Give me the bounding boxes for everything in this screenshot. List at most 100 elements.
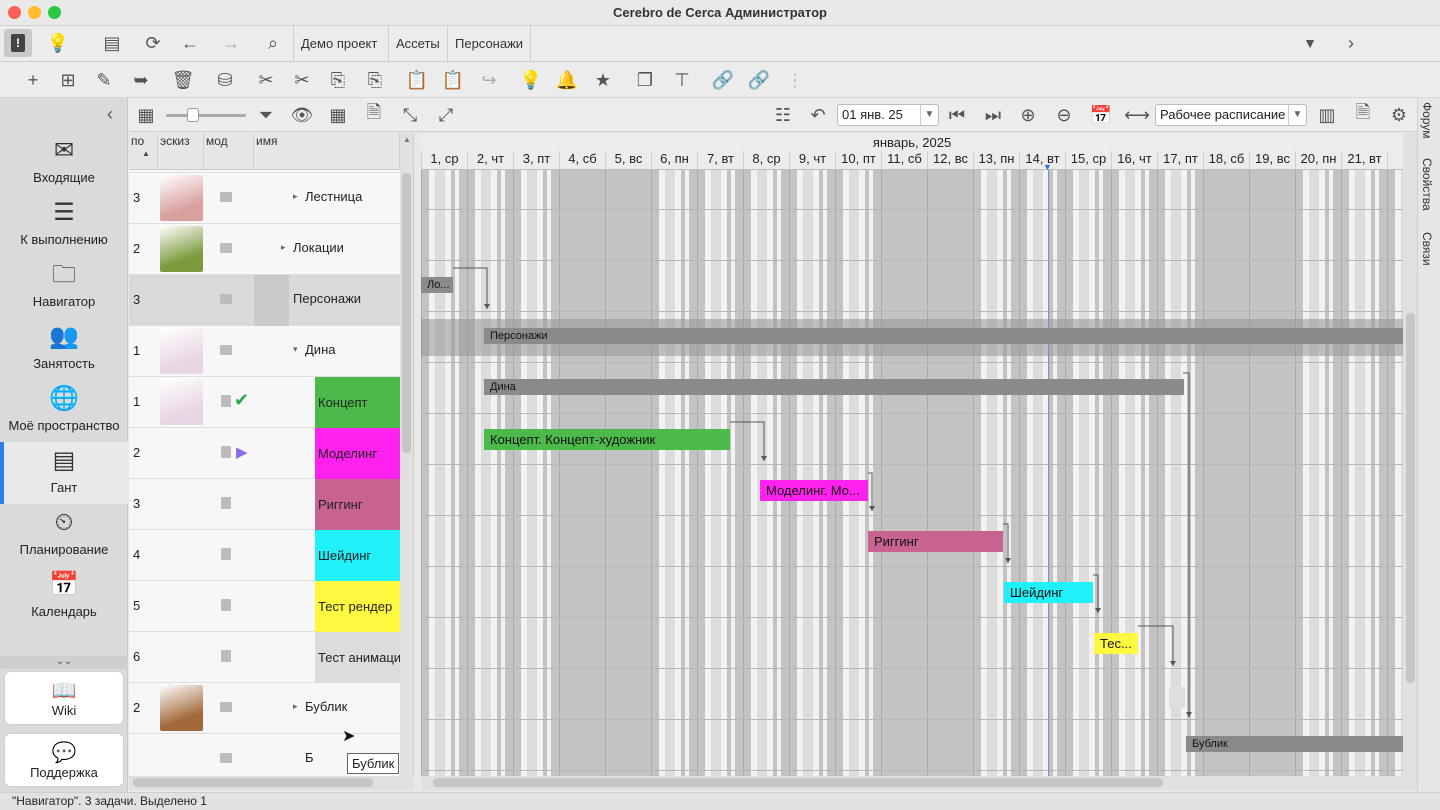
scrollbar-thumb[interactable] <box>433 778 1163 787</box>
day-label[interactable]: 7, вт <box>697 151 743 170</box>
support-button[interactable]: 💬 Поддержка <box>4 733 124 787</box>
slider-handle[interactable] <box>187 108 199 122</box>
day-label[interactable]: 1, ср <box>421 151 467 170</box>
table-row[interactable]: 5 Тест рендер <box>129 581 400 632</box>
day-label[interactable]: 5, вс <box>605 151 651 170</box>
database-icon[interactable]: ⛁ <box>211 66 239 94</box>
tab-properties[interactable]: Свойства <box>1420 158 1434 211</box>
chevron-right-icon[interactable]: › <box>1337 29 1365 57</box>
collapse-all-icon[interactable]: ⤡ <box>396 101 424 129</box>
stamp-icon[interactable]: ⊤ <box>668 66 696 94</box>
dropdown-triangle-icon[interactable]: ▼ <box>1296 29 1324 57</box>
fit-width-icon[interactable]: ⟷ <box>1123 101 1151 129</box>
sidebar-item-inbox[interactable]: ✉ Входящие <box>0 132 128 194</box>
forward-message-icon[interactable]: ➥ <box>127 66 155 94</box>
star-icon[interactable]: ★ <box>589 66 617 94</box>
day-label[interactable]: 9, чт <box>789 151 835 170</box>
scrollbar-thumb[interactable] <box>133 778 373 787</box>
task-name-cell[interactable]: Концепт <box>315 377 400 428</box>
expand-triangle-icon[interactable]: ▸ <box>281 242 286 253</box>
day-label[interactable]: 2, чт <box>467 151 513 170</box>
link-icon[interactable]: 🔗 <box>709 66 737 94</box>
sidebar-item-todo[interactable]: ☰ К выполнению <box>0 194 128 256</box>
add-icon[interactable]: + <box>19 66 47 94</box>
task-name-cell[interactable]: Тест рендер <box>315 581 400 632</box>
scroll-up-icon[interactable]: ▲ <box>403 135 411 144</box>
sidebar-item-workload[interactable]: 👥 Занятость <box>0 318 128 380</box>
table-horizontal-scrollbar[interactable] <box>129 776 413 790</box>
chevron-down-icon[interactable]: ▼ <box>920 105 938 125</box>
task-name-cell[interactable]: Тест анимации <box>315 632 400 683</box>
sidebar-item-gantt[interactable]: ▤ Гант <box>0 442 128 504</box>
calendar-jump-icon[interactable]: 📅 <box>1087 101 1115 129</box>
table-row[interactable]: 2 ▸ Локации <box>129 224 400 275</box>
barcode-icon[interactable]: ▥ <box>1313 101 1341 129</box>
day-label[interactable]: 20, пн <box>1295 151 1341 170</box>
column-header-name[interactable]: имя <box>254 133 400 170</box>
thumbnail-image[interactable] <box>160 685 203 731</box>
day-label[interactable]: 12, вс <box>927 151 973 170</box>
pdf-export-icon[interactable]: 🗎 <box>1349 101 1377 129</box>
thumbnail-image[interactable] <box>160 328 203 374</box>
table-row[interactable]: 6 Тест анимации <box>129 632 400 683</box>
trash-icon[interactable]: 🗑 <box>169 66 197 94</box>
thumbnail-image[interactable] <box>160 175 203 221</box>
gantt-horizontal-scrollbar[interactable] <box>421 776 1417 790</box>
table-row[interactable]: 2 ▸ Бублик <box>129 683 400 734</box>
chevron-down-icon[interactable]: ▼ <box>1288 105 1306 125</box>
table-row[interactable]: 3 Риггинг <box>129 479 400 530</box>
sidebar-item-navigator[interactable]: 🗀 Навигатор <box>0 256 128 318</box>
unlink-icon[interactable]: 🔗 <box>745 66 773 94</box>
column-header-mod[interactable]: мод <box>204 133 254 170</box>
scrollbar-thumb[interactable] <box>1406 313 1415 683</box>
bell-icon[interactable]: 🔔 <box>553 66 581 94</box>
expand-all-icon[interactable]: ⤢ <box>432 101 460 129</box>
cut-link-icon[interactable]: ✂ <box>288 66 316 94</box>
scrollbar-thumb[interactable] <box>402 173 411 453</box>
sidebar-item-planning[interactable]: ⏲ Планирование <box>0 504 128 566</box>
list-settings-icon[interactable]: ☷ <box>769 101 797 129</box>
column-header-thumbnail[interactable]: эскиз <box>158 133 204 170</box>
search-icon[interactable]: ⌕ <box>259 29 287 57</box>
day-label[interactable]: 4, сб <box>559 151 605 170</box>
day-label[interactable]: 16, чт <box>1111 151 1157 170</box>
forward-arrow-icon[interactable]: → <box>217 29 245 57</box>
alert-icon[interactable]: ! <box>4 29 32 57</box>
undo-date-icon[interactable]: ↶ <box>804 101 832 129</box>
table-row[interactable]: 1 ▾ Дина <box>129 326 400 377</box>
grid-icon[interactable]: ▦ <box>324 101 352 129</box>
book-icon[interactable]: ▤ <box>98 29 126 57</box>
table-row[interactable]: 1 ✔ Концепт <box>129 377 400 428</box>
thumbnail-size-slider[interactable] <box>166 108 246 122</box>
sidebar-item-calendar[interactable]: 📅 Календарь <box>0 566 128 628</box>
gear-icon[interactable]: ⚙ <box>1385 101 1413 129</box>
back-arrow-icon[interactable]: ← <box>176 29 204 57</box>
sidebar-item-myspace[interactable]: 🌐 Моё пространство <box>0 380 128 442</box>
hint-bulb-icon[interactable]: 💡 <box>517 66 545 94</box>
splitter-handle[interactable] <box>413 133 421 776</box>
expand-triangle-icon[interactable]: ▸ <box>293 191 298 202</box>
table-row[interactable]: 4 Шейдинг <box>129 530 400 581</box>
copy-link-icon[interactable]: ⎘ <box>361 66 389 94</box>
collapse-triangle-icon[interactable]: ▾ <box>293 344 298 355</box>
refresh-icon[interactable]: ⟳ <box>139 29 167 57</box>
day-label[interactable]: 17, пт <box>1157 151 1203 170</box>
day-label[interactable]: 10, пт <box>835 151 881 170</box>
excel-export-icon[interactable]: 🗎 <box>360 101 388 129</box>
day-label[interactable]: 21, вт <box>1341 151 1387 170</box>
day-label[interactable]: 18, сб <box>1203 151 1249 170</box>
dependency-icon[interactable]: ⋮ <box>781 66 809 94</box>
day-label[interactable]: 8, ср <box>743 151 789 170</box>
skip-end-icon[interactable]: ⏭ <box>979 101 1007 129</box>
wiki-button[interactable]: 📖 Wiki <box>4 671 124 725</box>
task-name-cell[interactable]: Моделинг <box>315 428 400 479</box>
schedule-combo[interactable]: Рабочее расписание ▼ <box>1155 104 1307 126</box>
day-label[interactable]: 13, пн <box>973 151 1019 170</box>
day-label[interactable]: 14, вт <box>1019 151 1065 170</box>
table-row[interactable]: 2 ▶ Моделинг <box>129 428 400 479</box>
filter-icon[interactable]: ⏷ <box>252 101 280 129</box>
task-name-cell[interactable]: Риггинг <box>315 479 400 530</box>
gantt-vertical-scrollbar[interactable] <box>1403 133 1417 776</box>
eye-icon[interactable]: 👁 <box>288 101 316 129</box>
table-vertical-scrollbar[interactable]: ▲ <box>400 133 413 776</box>
